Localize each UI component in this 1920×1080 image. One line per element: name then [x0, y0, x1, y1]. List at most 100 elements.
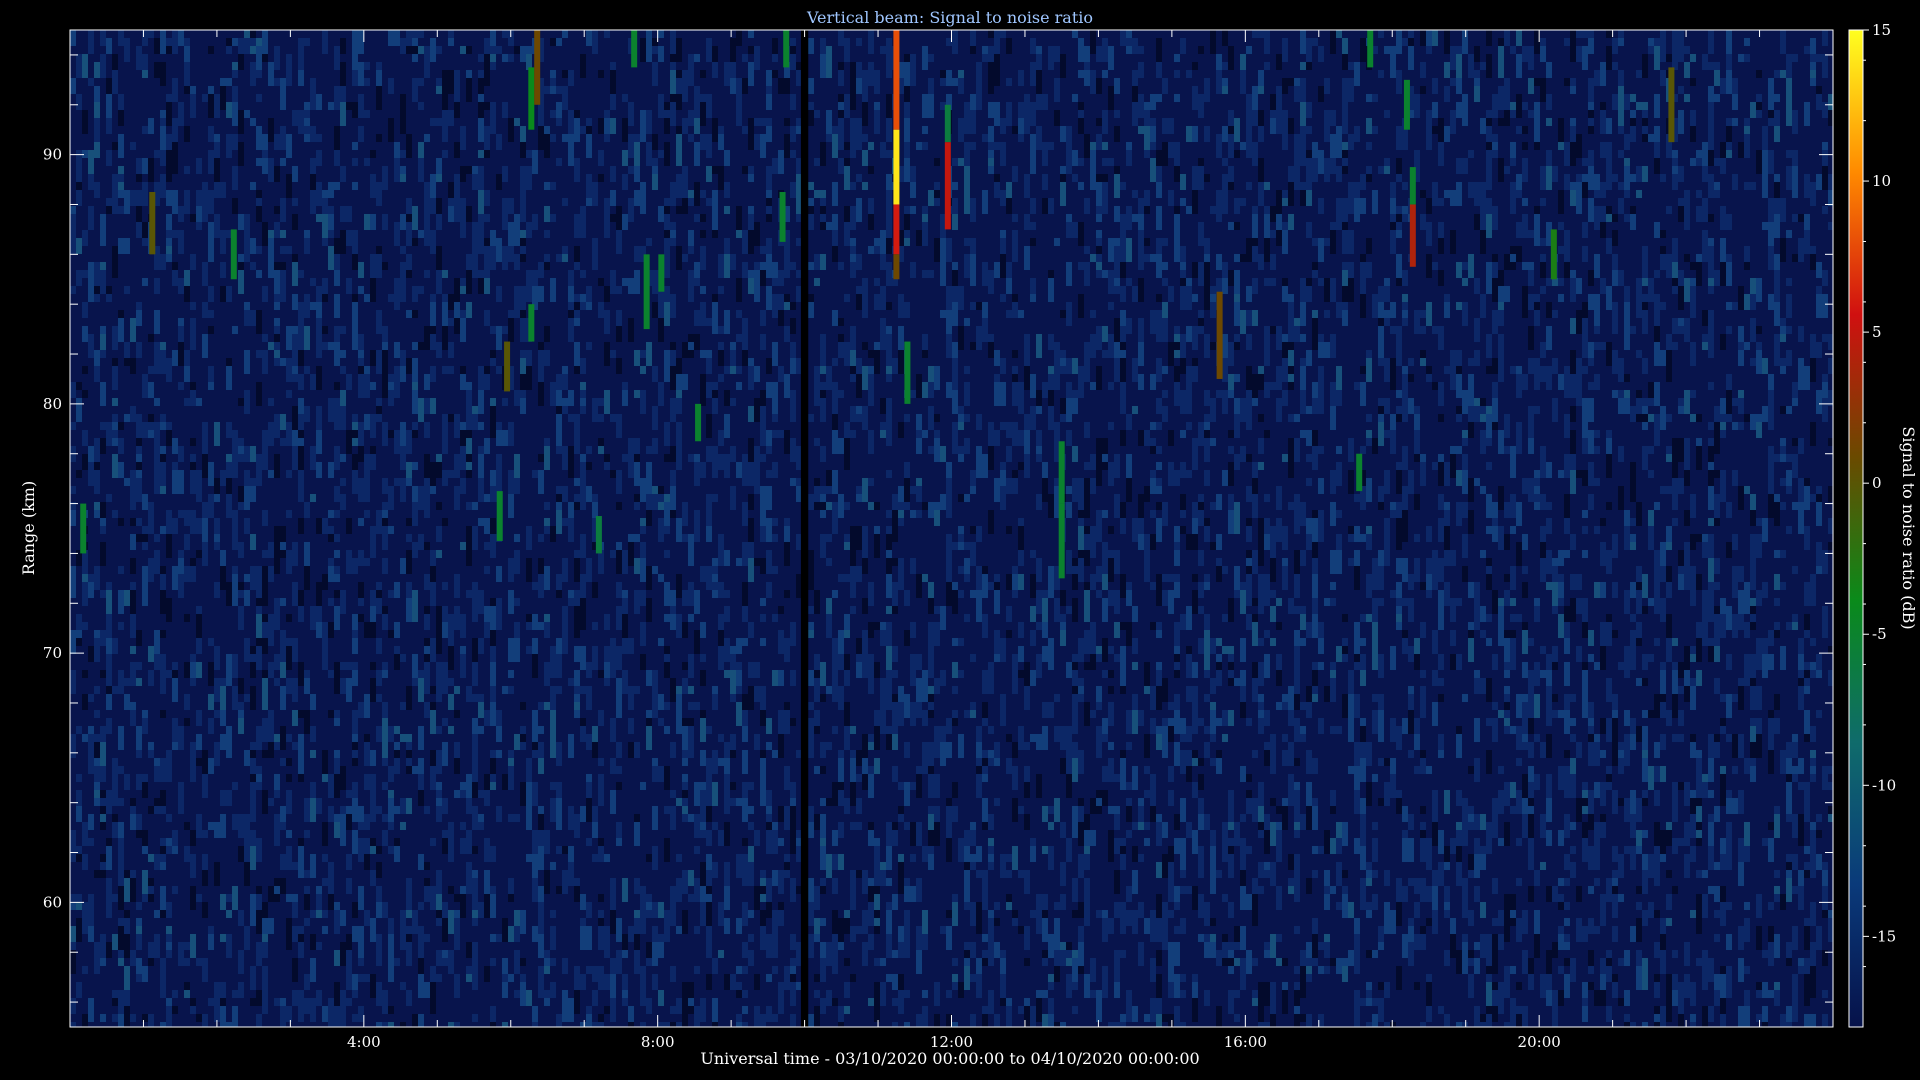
noise-cell	[850, 430, 856, 438]
noise-cell	[304, 830, 310, 838]
noise-cell	[250, 742, 256, 750]
noise-cell	[892, 534, 898, 542]
noise-cell	[166, 358, 172, 382]
noise-cell	[154, 422, 160, 446]
noise-cell	[970, 254, 976, 278]
noise-cell	[1114, 622, 1120, 638]
noise-cell	[1132, 710, 1138, 734]
noise-cell	[76, 470, 82, 478]
noise-cell	[994, 1014, 1000, 1027]
noise-cell	[1006, 102, 1012, 126]
noise-cell	[946, 382, 952, 398]
noise-cell	[250, 830, 256, 838]
noise-cell	[124, 478, 130, 486]
noise-cell	[1108, 46, 1114, 70]
noise-cell	[1018, 574, 1024, 590]
noise-cell	[676, 926, 682, 934]
noise-cell	[292, 926, 298, 942]
noise-cell	[910, 390, 916, 398]
noise-cell	[958, 158, 964, 166]
noise-cell	[88, 894, 94, 910]
noise-cell	[520, 982, 526, 1006]
noise-cell	[262, 582, 268, 606]
noise-cell	[466, 846, 472, 854]
noise-cell	[922, 1014, 928, 1022]
noise-cell	[1012, 918, 1018, 926]
noise-cell	[1114, 374, 1120, 382]
noise-cell	[370, 806, 376, 822]
noise-cell	[286, 1006, 292, 1022]
noise-cell	[580, 1022, 586, 1027]
noise-cell	[136, 190, 142, 198]
noise-cell	[232, 814, 238, 830]
noise-cell	[484, 278, 490, 294]
noise-cell	[220, 262, 226, 278]
noise-cell	[700, 670, 706, 686]
noise-cell	[508, 470, 514, 494]
noise-cell	[580, 358, 586, 374]
noise-cell	[1108, 302, 1114, 310]
noise-cell	[1102, 790, 1108, 806]
noise-cell	[280, 158, 286, 166]
noise-cell	[904, 478, 910, 502]
noise-cell	[1078, 366, 1084, 390]
noise-cell	[844, 670, 850, 686]
noise-cell	[922, 742, 928, 750]
noise-cell	[1126, 798, 1132, 806]
noise-cell	[712, 1022, 718, 1027]
noise-cell	[730, 974, 736, 990]
noise-cell	[634, 878, 640, 894]
noise-cell	[1072, 982, 1078, 990]
noise-cell	[1096, 230, 1102, 238]
noise-cell	[328, 774, 334, 798]
noise-cell	[526, 150, 532, 158]
noise-cell	[124, 238, 130, 254]
noise-cell	[916, 574, 922, 598]
noise-cell	[376, 670, 382, 686]
noise-cell	[406, 590, 412, 598]
noise-cell	[766, 254, 772, 278]
noise-cell	[466, 206, 472, 222]
noise-cell	[376, 310, 382, 334]
noise-cell	[82, 54, 88, 78]
noise-cell	[292, 198, 298, 206]
noise-cell	[82, 558, 88, 566]
noise-cell	[628, 686, 634, 710]
noise-cell	[118, 1014, 124, 1027]
noise-cell	[328, 102, 334, 110]
noise-cell	[154, 398, 160, 406]
noise-cell	[220, 182, 226, 198]
noise-cell	[532, 654, 538, 678]
noise-cell	[766, 878, 772, 886]
noise-cell	[592, 646, 598, 670]
noise-cell	[754, 558, 760, 566]
noise-cell	[1096, 206, 1102, 214]
noise-cell	[580, 206, 586, 230]
noise-cell	[214, 710, 220, 718]
noise-cell	[616, 358, 622, 374]
noise-cell	[226, 422, 232, 438]
noise-cell	[640, 350, 646, 358]
noise-cell	[184, 990, 190, 998]
noise-cell	[160, 30, 166, 54]
noise-cell	[352, 182, 358, 190]
noise-cell	[814, 110, 820, 118]
noise-cell	[712, 582, 718, 590]
noise-cell	[964, 190, 970, 214]
noise-cell	[82, 1014, 88, 1027]
noise-cell	[370, 686, 376, 694]
noise-cell	[1036, 446, 1042, 454]
noise-cell	[748, 174, 754, 182]
noise-cell	[1096, 246, 1102, 254]
noise-cell	[148, 806, 154, 814]
noise-cell	[1078, 70, 1084, 78]
noise-cell	[916, 926, 922, 950]
noise-cell	[856, 374, 862, 398]
noise-cell	[472, 238, 478, 254]
noise-cell	[232, 38, 238, 46]
noise-cell	[904, 158, 910, 182]
noise-cell	[862, 910, 868, 934]
noise-cell	[520, 286, 526, 302]
noise-cell	[1024, 414, 1030, 430]
noise-cell	[778, 910, 784, 926]
